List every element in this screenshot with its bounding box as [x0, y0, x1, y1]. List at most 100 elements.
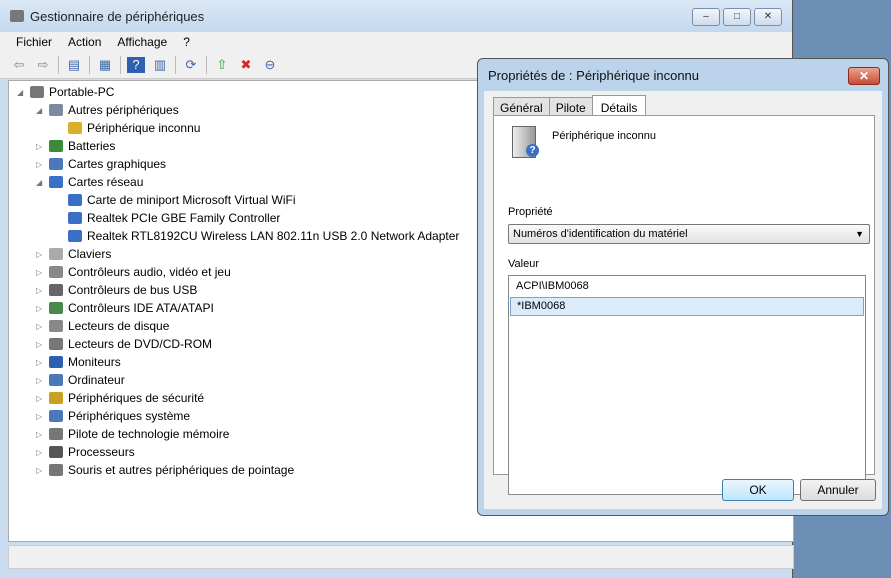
tree-item[interactable]: ▷ Claviers [36, 245, 111, 263]
menu-affichage[interactable]: Affichage [109, 35, 175, 49]
expand-icon[interactable]: ▷ [36, 394, 46, 403]
tree-item[interactable]: ◢ Cartes réseau [36, 173, 143, 191]
expand-icon[interactable]: ▷ [36, 304, 46, 313]
device-category-icon [49, 104, 63, 116]
menu-action[interactable]: Action [60, 35, 109, 49]
status-bar [8, 545, 794, 569]
expand-icon[interactable]: ▷ [36, 448, 46, 457]
list-item[interactable]: ACPI\IBM0068 [510, 278, 864, 295]
menu-help[interactable]: ? [175, 35, 198, 49]
expand-icon[interactable]: ▷ [36, 412, 46, 421]
tree-item-label: Pilote de technologie mémoire [68, 427, 230, 441]
tree-item[interactable]: ▷ Lecteurs de disque [36, 317, 169, 335]
device-category-icon [49, 158, 63, 170]
expand-icon[interactable]: ▷ [36, 376, 46, 385]
device-category-icon [68, 212, 82, 224]
question-icon: ? [526, 144, 539, 157]
device-category-icon [49, 176, 63, 188]
device-category-icon [49, 302, 63, 314]
details-panel: ? Périphérique inconnu Propriété Numéros… [493, 115, 875, 495]
tree-item[interactable]: ▷ Périphériques de sécurité [36, 389, 204, 407]
dialog-close-button[interactable]: ✕ [848, 67, 880, 85]
tree-item-label: Carte de miniport Microsoft Virtual WiFi [87, 193, 296, 207]
action-pane-icon[interactable]: ▥ [151, 57, 169, 73]
value-list[interactable]: ACPI\IBM0068 *IBM0068 [508, 275, 866, 495]
menu-fichier[interactable]: Fichier [8, 35, 60, 49]
tree-item[interactable]: ▷ Périphériques système [36, 407, 190, 425]
expand-icon[interactable]: ◢ [17, 88, 27, 97]
value-label: Valeur [508, 258, 539, 270]
tree-item[interactable]: Realtek RTL8192CU Wireless LAN 802.11n U… [55, 227, 459, 245]
property-label: Propriété [508, 206, 553, 218]
update-driver-icon[interactable]: ⇧ [213, 57, 231, 73]
tree-item[interactable]: ▷ Contrôleurs audio, vidéo et jeu [36, 263, 231, 281]
minimize-button[interactable]: – [692, 8, 720, 26]
expand-icon[interactable]: ◢ [36, 106, 46, 115]
scan-hardware-icon[interactable]: ⟳ [182, 57, 200, 73]
device-category-icon [68, 122, 82, 134]
device-category-icon [49, 338, 63, 350]
forward-icon[interactable]: ⇨ [34, 57, 52, 73]
tree-item-label: Cartes réseau [68, 175, 144, 189]
tree-item[interactable]: Carte de miniport Microsoft Virtual WiFi [55, 191, 296, 209]
help-icon[interactable]: ? [127, 57, 145, 73]
tree-item-label: Lecteurs de disque [68, 319, 170, 333]
tree-item-label: Processeurs [68, 445, 135, 459]
tree-item-label: Claviers [68, 247, 112, 261]
device-category-icon [49, 464, 63, 476]
device-category-icon [49, 446, 63, 458]
tree-item[interactable]: ◢ Autres périphériques [36, 101, 179, 119]
properties-dialog: Propriétés de : Périphérique inconnu ✕ G… [477, 58, 889, 516]
tree-item-label: Cartes graphiques [68, 157, 167, 171]
chevron-down-icon: ▼ [855, 229, 864, 239]
tree-item[interactable]: ▷ Batteries [36, 137, 115, 155]
expand-icon[interactable]: ▷ [36, 142, 46, 151]
tree-item[interactable]: ▷ Cartes graphiques [36, 155, 166, 173]
tree-item[interactable]: ▷ Moniteurs [36, 353, 121, 371]
expand-icon[interactable]: ▷ [36, 430, 46, 439]
tree-item-label: Souris et autres périphériques de pointa… [68, 463, 295, 477]
uninstall-icon[interactable]: ✖ [237, 57, 255, 73]
tree-item[interactable]: ▷ Processeurs [36, 443, 135, 461]
disable-icon[interactable]: ⊖ [261, 57, 279, 73]
tree-item[interactable]: ▷ Ordinateur [36, 371, 125, 389]
expand-icon[interactable]: ▷ [36, 358, 46, 367]
device-category-icon [49, 374, 63, 386]
expand-icon[interactable]: ◢ [36, 178, 46, 187]
expand-icon[interactable]: ▷ [36, 250, 46, 259]
device-name: Périphérique inconnu [552, 130, 656, 142]
tree-item[interactable]: ▷ Souris et autres périphériques de point… [36, 461, 294, 479]
expand-icon[interactable]: ▷ [36, 340, 46, 349]
device-category-icon [49, 266, 63, 278]
device-category-icon [68, 194, 82, 206]
properties-icon[interactable]: ▦ [96, 57, 114, 73]
property-select[interactable]: Numéros d'identification du matériel ▼ [508, 224, 870, 244]
tree-item-label: Portable-PC [49, 85, 115, 99]
close-button[interactable]: ✕ [754, 8, 782, 26]
expand-icon[interactable]: ▷ [36, 286, 46, 295]
tree-item[interactable]: ▷ Contrôleurs de bus USB [36, 281, 197, 299]
tree-item-label: Realtek PCIe GBE Family Controller [87, 211, 281, 225]
expand-icon[interactable]: ▷ [36, 160, 46, 169]
maximize-button[interactable]: □ [723, 8, 751, 26]
tree-item[interactable]: ▷ Pilote de technologie mémoire [36, 425, 229, 443]
list-item-selected[interactable]: *IBM0068 [510, 297, 864, 316]
tree-item[interactable]: ▷ Contrôleurs IDE ATA/ATAPI [36, 299, 214, 317]
expand-icon[interactable]: ▷ [36, 268, 46, 277]
tree-item[interactable]: ◢ Portable-PC [17, 83, 114, 101]
window-title: Gestionnaire de périphériques [30, 8, 205, 24]
title-bar: Gestionnaire de périphériques – □ ✕ [0, 0, 792, 32]
console-tree-icon[interactable]: ▤ [65, 57, 83, 73]
back-icon[interactable]: ⇦ [10, 57, 28, 73]
tree-item[interactable]: Périphérique inconnu [55, 119, 200, 137]
cancel-button[interactable]: Annuler [800, 479, 876, 501]
tree-item[interactable]: Realtek PCIe GBE Family Controller [55, 209, 280, 227]
expand-icon[interactable]: ▷ [36, 322, 46, 331]
tree-item-label: Périphériques de sécurité [68, 391, 205, 405]
tree-item[interactable]: ▷ Lecteurs de DVD/CD-ROM [36, 335, 212, 353]
expand-icon[interactable]: ▷ [36, 466, 46, 475]
device-category-icon [49, 140, 63, 152]
menu-bar: Fichier Action Affichage ? [0, 32, 792, 52]
device-category-icon [68, 230, 82, 242]
ok-button[interactable]: OK [722, 479, 794, 501]
